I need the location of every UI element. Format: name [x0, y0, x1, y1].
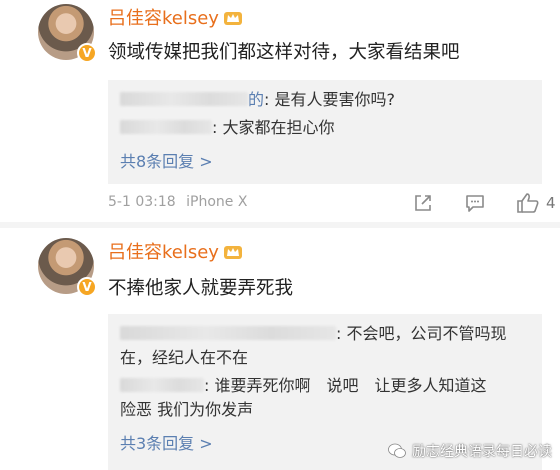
reply-text: : 谁要弄死你啊 说吧 让更多人知道这 — [204, 376, 487, 395]
comment-text: 不捧他家人就要弄死我 — [108, 278, 294, 299]
reply-text: : 不会吧，公司不管吗现 — [336, 324, 507, 343]
comment-text: 领域传媒把我们都这样对待，大家看结果吧 — [108, 42, 460, 63]
comment-meta: 5-1 03:18 iPhone X — [108, 194, 247, 210]
watermark-text: 励志经典语录每日必读 — [412, 444, 552, 460]
share-icon — [415, 195, 431, 211]
like-count: 4 — [546, 194, 556, 212]
comment-button[interactable] — [464, 192, 486, 214]
blurred-username — [120, 120, 212, 134]
verified-badge-icon: V — [77, 277, 97, 297]
username[interactable]: 吕佳容kelsey — [108, 4, 243, 30]
timestamp: 5-1 03:18 — [108, 194, 176, 210]
username-text[interactable]: 吕佳容kelsey — [108, 8, 219, 29]
comment-card: V 吕佳容kelsey 领域传媒把我们都这样对待，大家看结果吧 的: 是有人要害… — [0, 0, 560, 222]
wechat-icon — [388, 443, 406, 458]
more-replies-link[interactable]: 共8条回复 > — [120, 148, 213, 172]
verified-badge-icon: V — [77, 43, 97, 63]
avatar[interactable]: V — [38, 238, 97, 297]
reply-item[interactable]: : 大家都在担心你 — [120, 116, 530, 140]
device-label: iPhone X — [186, 194, 248, 210]
reply-text: : 大家都在担心你 — [212, 118, 335, 137]
more-replies-link[interactable]: 共3条回复 > — [120, 430, 213, 454]
reply-text-continued: 险恶 我们为你发声 — [120, 400, 254, 419]
like-button[interactable] — [516, 192, 540, 214]
watermark: 励志经典语录每日必读 — [388, 440, 552, 462]
comment-card: V 吕佳容kelsey 不捧他家人就要弄死我 : 不会吧，公司不管吗现 在，经纪… — [0, 228, 560, 470]
reply-item[interactable]: : 不会吧，公司不管吗现 在，经纪人在不在 — [120, 322, 530, 370]
comment-actions: 4 — [360, 192, 560, 216]
reply-text: : 是有人要害你吗? — [264, 90, 395, 109]
thumbs-up-icon — [517, 193, 539, 213]
username[interactable]: 吕佳容kelsey — [108, 238, 243, 264]
crown-icon — [223, 12, 242, 25]
comment-icon — [466, 195, 484, 212]
reply-item[interactable]: 的: 是有人要害你吗? — [120, 88, 530, 112]
blurred-username — [120, 378, 204, 392]
avatar[interactable]: V — [38, 4, 97, 63]
reply-item[interactable]: : 谁要弄死你啊 说吧 让更多人知道这 险恶 我们为你发声 — [120, 374, 530, 422]
replies-box[interactable]: 的: 是有人要害你吗? : 大家都在担心你 共8条回复 > — [108, 80, 542, 184]
blurred-username — [120, 326, 336, 340]
reply-text-continued: 在，经纪人在不在 — [120, 348, 249, 367]
username-text[interactable]: 吕佳容kelsey — [108, 242, 219, 263]
crown-icon — [223, 246, 242, 259]
blurred-username — [120, 92, 248, 106]
reply-nickname-tail: 的 — [248, 90, 265, 109]
share-button[interactable] — [412, 192, 434, 214]
